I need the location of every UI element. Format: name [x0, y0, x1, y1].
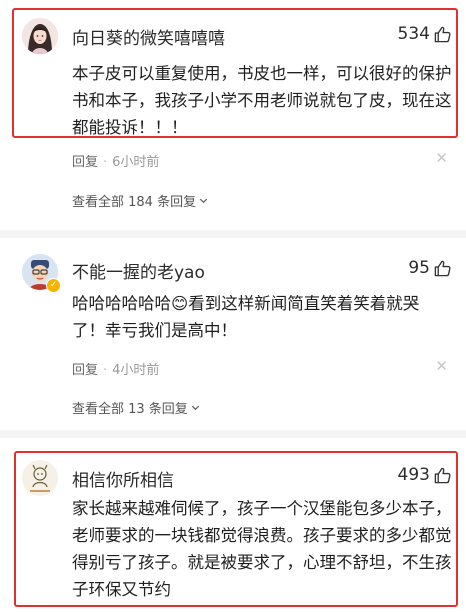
avatar[interactable] — [22, 460, 58, 496]
separator — [0, 430, 466, 438]
reply-button[interactable]: 回复 — [72, 155, 98, 170]
username[interactable]: 向日葵的微笑嘻嘻嘻 — [72, 24, 225, 49]
comment-1: 向日葵的微笑嘻嘻嘻 534 本子皮可以重复使用，书皮也一样，可以很好的保护书和本… — [0, 0, 466, 230]
like-count: 534 — [397, 24, 430, 44]
username[interactable]: 相信你所相信 — [72, 466, 174, 491]
view-all-label: 查看全部 13 条回复 — [72, 402, 188, 417]
comment-meta: 回复 · 4小时前 — [72, 359, 159, 378]
comment-text: 本子皮可以重复使用，书皮也一样，可以很好的保护书和本子，我孩子小学不用老师说就包… — [72, 64, 452, 137]
like-button[interactable]: 493 — [398, 465, 452, 485]
thumbs-up-icon — [434, 260, 451, 276]
avatar-sketch-icon — [22, 460, 58, 496]
comment-text: 家长越来越难伺候了，孩子一个汉堡能包多少本子，老师要求的一块钱都觉得浪费。孩子要… — [72, 499, 452, 599]
meta-dot: · — [103, 363, 108, 378]
like-button[interactable]: 534 — [398, 24, 452, 44]
close-icon[interactable]: ✕ — [435, 357, 448, 375]
meta-dot: · — [103, 155, 108, 170]
view-all-replies-link[interactable]: 查看全部 13 条回复 — [72, 398, 201, 417]
timestamp: 4小时前 — [112, 363, 160, 378]
like-count: 95 — [408, 258, 430, 278]
verified-badge-icon: ✓ — [46, 278, 61, 293]
reply-button[interactable]: 回复 — [72, 363, 98, 378]
separator — [0, 230, 466, 238]
comment-2: ✓ 不能一握的老yao 95 哈哈哈哈哈哈😊看到这样新闻简直笑着笑着就哭了！幸亏… — [0, 238, 466, 430]
like-count: 493 — [397, 465, 430, 485]
avatar[interactable] — [22, 18, 58, 54]
comment-meta: 回复 · 6小时前 — [72, 151, 159, 170]
avatar-girl-icon — [22, 18, 58, 54]
view-all-replies-link[interactable]: 查看全部 184 条回复 — [72, 191, 209, 210]
timestamp: 6小时前 — [112, 155, 160, 170]
chevron-down-icon — [191, 405, 199, 411]
close-icon[interactable]: ✕ — [435, 149, 448, 167]
chevron-down-icon — [199, 198, 208, 204]
username[interactable]: 不能一握的老yao — [72, 258, 205, 283]
view-all-label: 查看全部 184 条回复 — [72, 195, 197, 210]
comment-text: 哈哈哈哈哈哈😊看到这样新闻简直笑着笑着就哭了！幸亏我们是高中！ — [72, 294, 420, 340]
thumbs-up-icon — [434, 467, 451, 483]
comment-3: 相信你所相信 493 家长越来越难伺候了，孩子一个汉堡能包多少本子，老师要求的一… — [0, 438, 466, 612]
like-button[interactable]: 95 — [408, 258, 452, 278]
thumbs-up-icon — [434, 26, 451, 42]
